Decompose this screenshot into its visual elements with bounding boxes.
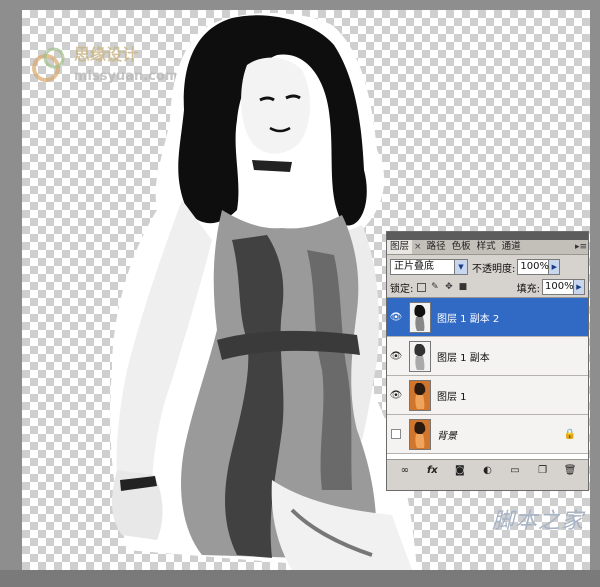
lock-fill-row: 锁定: ✎ ✥ ■ 填充: 100% ▶ [387,277,588,298]
panel-footer: ∞ fx ◙ ◐ ▭ ❐ 🗑 [387,459,588,481]
blend-mode-select[interactable]: 正片叠底 ▼ [390,259,468,275]
opacity-slider-arrow-icon[interactable]: ▶ [549,259,561,275]
layer-row[interactable]: 👁 图层 1 副本 [387,337,588,376]
eye-icon[interactable]: 👁 [387,312,405,323]
layer-name[interactable]: 图层 1 副本 2 [437,310,499,325]
lock-position-icon[interactable]: ✥ [443,282,454,293]
visibility-toggle-empty[interactable] [391,429,401,439]
layers-panel: 图层 × 路径 色板 样式 通道 ▸≡ 正片叠底 ▼ 不透明度: 100% ▶ … [386,231,589,491]
chevron-down-icon: ▼ [454,260,467,274]
new-layer-icon[interactable]: ❐ [536,464,550,477]
folder-icon[interactable]: ▭ [508,464,522,477]
layer-thumbnail [409,301,431,333]
panel-title-bar[interactable] [387,232,588,240]
panel-menu-icon[interactable]: ▸≡ [574,240,588,254]
layer-name[interactable]: 图层 1 [437,388,467,403]
tab-close-icon[interactable]: × [412,240,424,254]
tab-paths[interactable]: 路径 [424,240,449,254]
tab-layers[interactable]: 图层 [387,240,413,254]
layer-name[interactable]: 背景 [437,427,457,442]
layer-row[interactable]: 背景 🔒 [387,415,588,454]
eye-icon[interactable]: 👁 [387,351,405,362]
opacity-input[interactable]: 100% [517,259,550,275]
lock-transparent-pixels-icon[interactable] [417,282,427,292]
fill-label: 填充: [516,283,540,295]
posterized-figure-image [110,13,417,570]
link-icon[interactable]: ∞ [398,464,412,477]
layer-row[interactable]: 👁 图层 1 副本 2 [387,298,588,337]
layer-row[interactable]: 👁 图层 1 [387,376,588,415]
eye-icon[interactable]: 👁 [387,390,405,401]
layer-thumbnail [409,340,431,372]
tab-channels[interactable]: 通道 [499,240,524,254]
fill-slider-arrow-icon[interactable]: ▶ [574,279,585,295]
layer-thumbnail [409,418,431,450]
layer-list: 👁 图层 1 副本 2 👁 图层 1 副本 👁 图层 1 背景 🔒 [387,298,588,459]
panel-tabs: 图层 × 路径 色板 样式 通道 ▸≡ [387,240,588,255]
tab-styles[interactable]: 样式 [474,240,499,254]
blend-opacity-row: 正片叠底 ▼ 不透明度: 100% ▶ [387,255,588,277]
trash-icon[interactable]: 🗑 [563,464,577,477]
layer-name[interactable]: 图层 1 副本 [437,349,490,364]
fx-icon[interactable]: fx [425,464,439,477]
layer-thumbnail [409,379,431,411]
opacity-label: 不透明度: [472,263,516,275]
lock-icon: 🔒 [563,428,576,440]
blend-mode-value: 正片叠底 [394,261,434,272]
lock-label: 锁定: [390,283,414,295]
window-bottom-strip [0,570,600,587]
fill-input[interactable]: 100% [542,279,574,295]
lock-image-pixels-icon[interactable]: ✎ [429,282,440,293]
site-watermark: 脚本之家 [492,509,585,534]
mask-icon[interactable]: ◙ [453,464,467,477]
adjustment-icon[interactable]: ◐ [480,464,494,477]
tab-swatches[interactable]: 色板 [449,240,474,254]
lock-all-icon[interactable]: ■ [457,282,468,293]
